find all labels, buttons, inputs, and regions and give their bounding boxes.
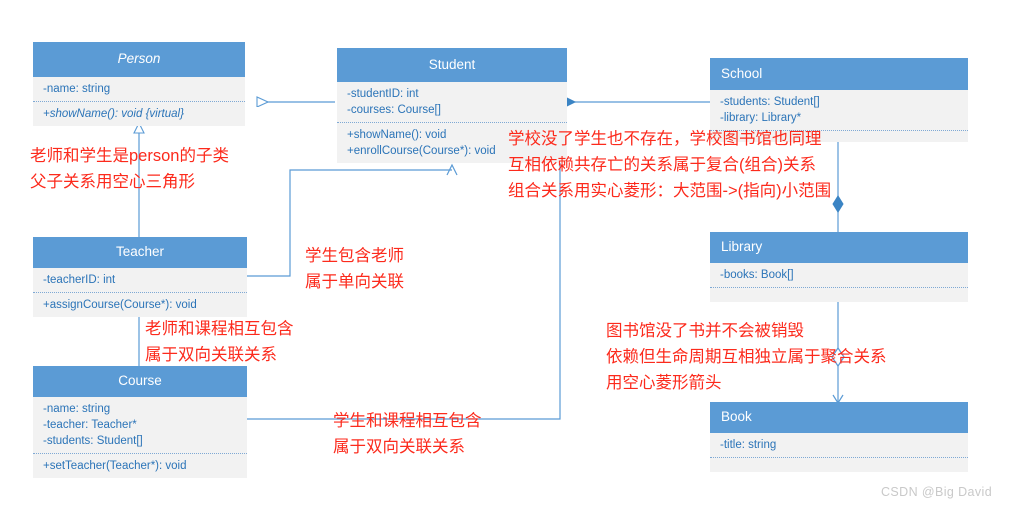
- annotation-line: 用空心菱形箭头: [606, 374, 722, 392]
- class-title-book: Book: [710, 402, 968, 433]
- annotation-line: 属于双向关联关系: [145, 346, 277, 364]
- class-member: -title: string: [720, 439, 777, 451]
- class-methods-course: +setTeacher(Teacher*): void: [33, 453, 247, 478]
- class-title-course: Course: [33, 366, 247, 397]
- class-member: -students: Student[]: [720, 96, 820, 108]
- class-title-teacher: Teacher: [33, 237, 247, 268]
- class-attributes-student: -studentID: int -courses: Course[]: [337, 82, 567, 122]
- class-member: +showName(): void {virtual}: [43, 108, 184, 120]
- annotation-line: 父子关系用空心三角形: [30, 173, 195, 191]
- class-title-person: Person: [33, 42, 245, 77]
- connector-school-composes-library: [832, 142, 844, 232]
- class-title-school: School: [710, 58, 968, 90]
- annotation-line: 学生和课程相互包含: [333, 412, 482, 430]
- class-member: +setTeacher(Teacher*): void: [43, 460, 187, 472]
- class-member: -courses: Course[]: [347, 104, 441, 116]
- class-box-course[interactable]: Course -name: string -teacher: Teacher* …: [33, 366, 247, 478]
- annotation-teacher-course: 老师和课程相互包含 属于双向关联关系: [145, 316, 294, 368]
- class-attributes-school: -students: Student[] -library: Library*: [710, 90, 968, 130]
- annotation-student-course: 学生和课程相互包含 属于双向关联关系: [333, 408, 482, 460]
- class-box-book[interactable]: Book -title: string: [710, 402, 968, 472]
- annotation-composition: 学校没了学生也不存在，学校图书馆也同理 互相依赖共存亡的关系属于复合(组合)关系…: [508, 126, 831, 204]
- annotation-line: 学生包含老师: [305, 247, 404, 265]
- class-methods-teacher: +assignCourse(Course*): void: [33, 292, 247, 317]
- class-attributes-person: -name: string: [33, 77, 245, 101]
- class-member: -teacherID: int: [43, 274, 116, 286]
- annotation-line: 属于双向关联关系: [333, 438, 465, 456]
- class-title-student: Student: [337, 48, 567, 82]
- class-methods-book: [710, 457, 968, 470]
- connector-school-composes-student: [555, 96, 710, 108]
- annotation-line: 图书馆没了书并不会被销毁: [606, 322, 804, 340]
- annotation-aggregation: 图书馆没了书并不会被销毁 依赖但生命周期互相独立属于聚合关系 用空心菱形箭头: [606, 318, 887, 396]
- annotation-line: 属于单向关联: [305, 273, 404, 291]
- watermark: CSDN @Big David: [881, 485, 993, 499]
- class-member: -students: Student[]: [43, 435, 143, 447]
- class-member: -teacher: Teacher*: [43, 419, 137, 431]
- annotation-line: 互相依赖共存亡的关系属于复合(组合)关系: [508, 156, 816, 174]
- class-methods-person: +showName(): void {virtual}: [33, 101, 245, 126]
- uml-diagram-canvas: Person : hollow triangle pointing at Per…: [0, 0, 1014, 511]
- annotation-inheritance: 老师和学生是person的子类 父子关系用空心三角形: [30, 143, 229, 195]
- class-box-teacher[interactable]: Teacher -teacherID: int +assignCourse(Co…: [33, 237, 247, 317]
- class-box-person[interactable]: Person -name: string +showName(): void {…: [33, 42, 245, 126]
- class-attributes-book: -title: string: [710, 433, 968, 457]
- annotation-line: 组合关系用实心菱形：大范围->(指向)小范围: [508, 182, 832, 200]
- annotation-student-teacher: 学生包含老师 属于单向关联: [305, 243, 404, 295]
- class-methods-library: [710, 287, 968, 300]
- class-member: -books: Book[]: [720, 269, 794, 281]
- annotation-line: 老师和学生是person的子类: [30, 147, 229, 165]
- class-member: -studentID: int: [347, 88, 419, 100]
- class-member: -library: Library*: [720, 112, 802, 124]
- class-attributes-teacher: -teacherID: int: [33, 268, 247, 292]
- annotation-line: 学校没了学生也不存在，学校图书馆也同理: [508, 130, 822, 148]
- class-attributes-course: -name: string -teacher: Teacher* -studen…: [33, 397, 247, 453]
- class-member: -name: string: [43, 403, 111, 415]
- class-box-library[interactable]: Library -books: Book[]: [710, 232, 968, 302]
- class-attributes-library: -books: Book[]: [710, 263, 968, 287]
- annotation-line: 老师和课程相互包含: [145, 320, 294, 338]
- class-member: +assignCourse(Course*): void: [43, 299, 197, 311]
- class-title-library: Library: [710, 232, 968, 263]
- class-member: -name: string: [43, 83, 111, 95]
- annotation-line: 依赖但生命周期互相独立属于聚合关系: [606, 348, 887, 366]
